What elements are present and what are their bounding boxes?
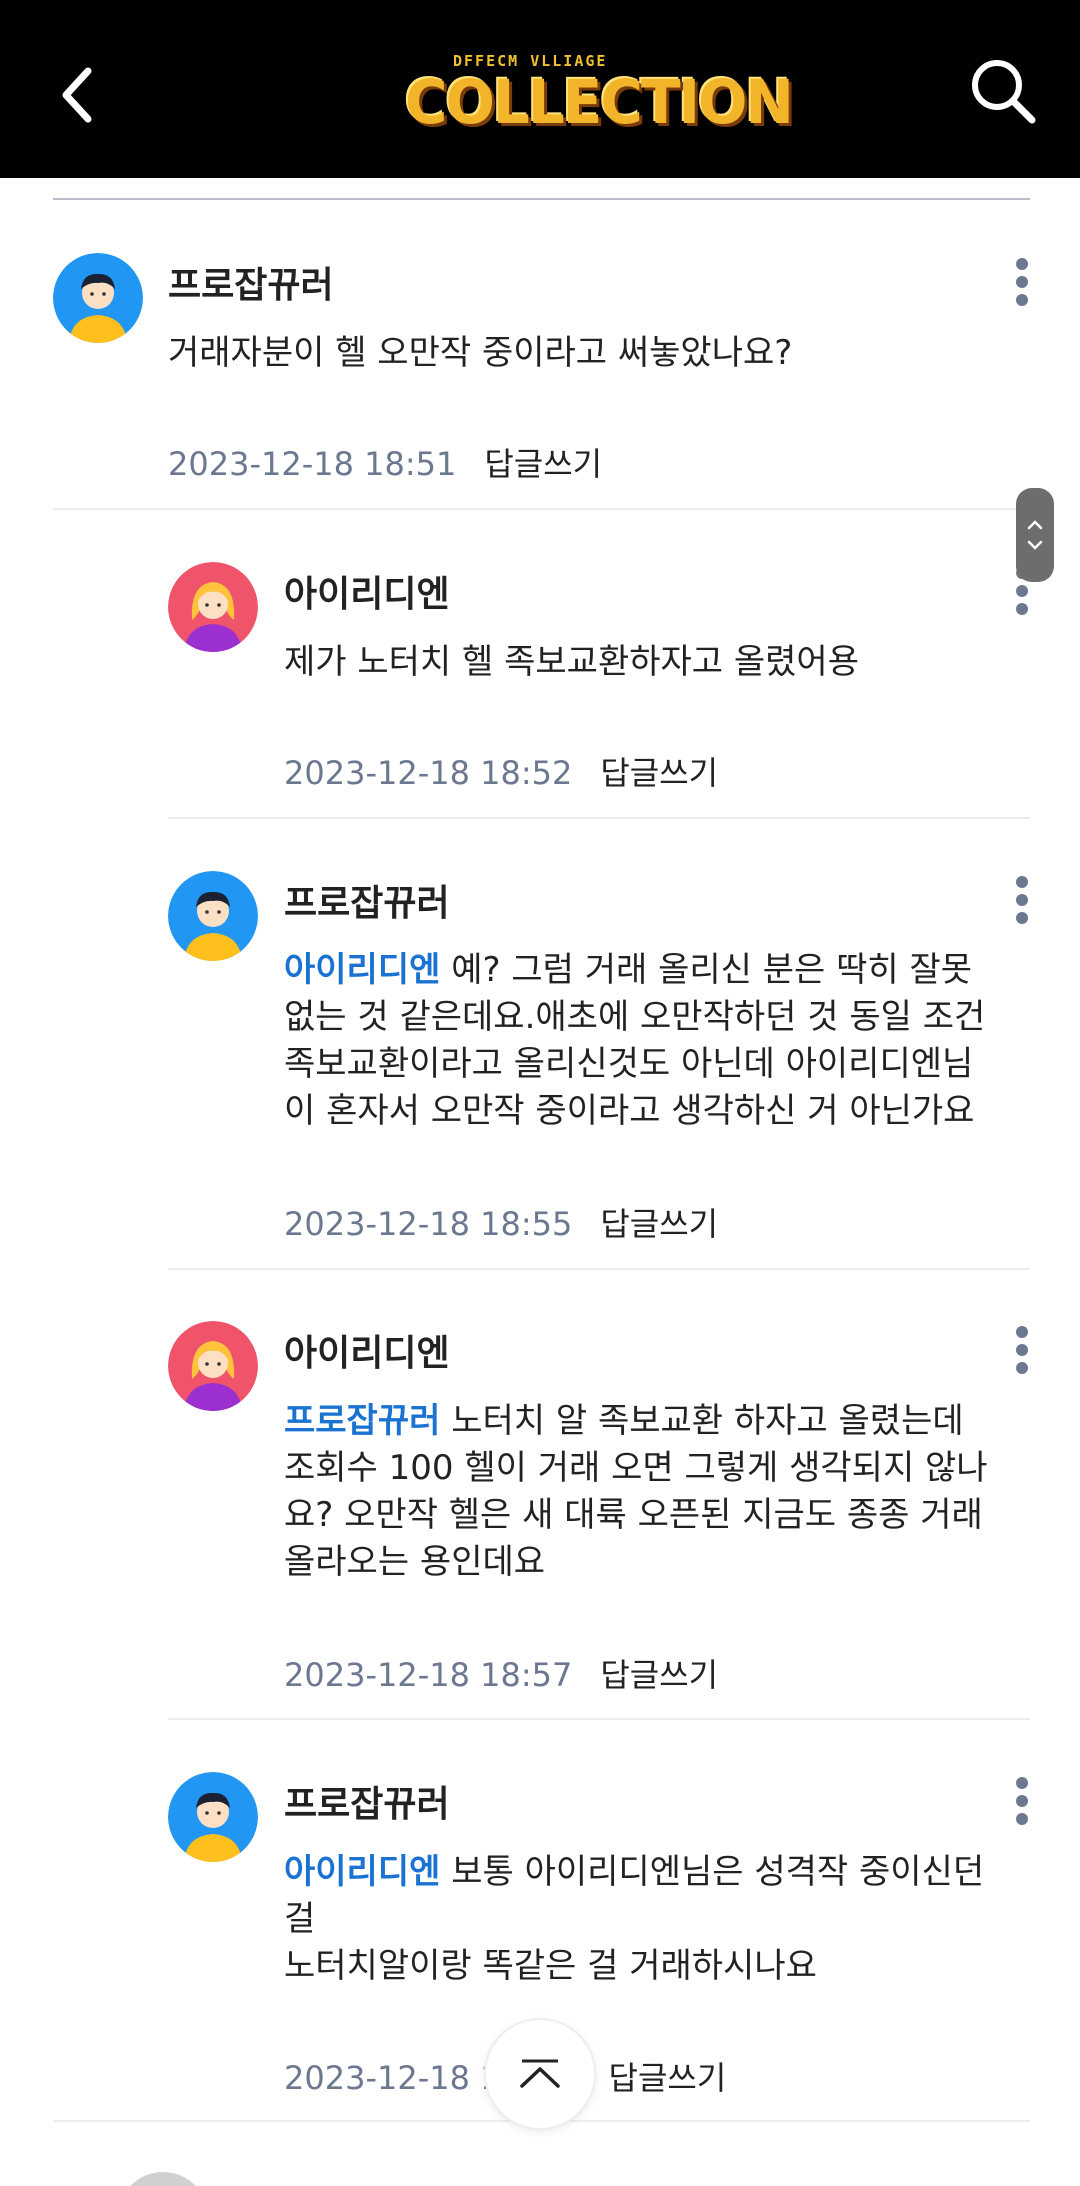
comment-text: 아이리디엔 예? 그럼 거래 올리신 분은 딱히 잘못 없는 것 같은데요.애초… xyxy=(284,947,1044,1135)
comment-author[interactable]: 아이리디엔 xyxy=(284,565,450,617)
comment-line: 이 혼자서 오만작 중이라고 생각하신 거 아닌가요 xyxy=(284,1091,975,1131)
top-divider xyxy=(53,198,1030,200)
comment-line: 걸 xyxy=(284,1899,316,1939)
comment-date: 2023-12-18 18:57 xyxy=(284,1656,573,1694)
avatar[interactable] xyxy=(118,2172,208,2186)
comment-line: 거래자분이 헬 오만작 중이라고 써놓았나요? xyxy=(168,333,793,373)
search-button[interactable] xyxy=(968,56,1038,126)
comment-date: 2023-12-18 1 xyxy=(284,2059,501,2097)
comment-author[interactable]: 프로잡뀨러 xyxy=(168,256,334,308)
comment-text: 프로잡뀨러 노터치 알 족보교환 하자고 올렸는데 조회수 100 헬이 거래 … xyxy=(284,1398,1044,1586)
comment-date: 2023-12-18 18:52 xyxy=(284,754,573,792)
comment-author[interactable]: 프로잡뀨러 xyxy=(284,874,450,926)
comment-line: 요? 오만작 헬은 새 대륙 오픈된 지금도 종종 거래 xyxy=(284,1495,983,1535)
comment-author[interactable]: 아이리디엔 xyxy=(284,1324,450,1376)
comment-line: 아이리디엔 보통 아이리디엔님은 성격작 중이신던 xyxy=(284,1852,985,1892)
reply-button[interactable]: 답글쓰기 xyxy=(609,2059,727,2097)
comment-divider xyxy=(168,1268,1030,1270)
mention-link[interactable]: 아이리디엔 xyxy=(284,1852,440,1892)
reply-button[interactable]: 답글쓰기 xyxy=(484,445,602,483)
comment-meta: 2023-12-18 18:55 답글쓰기 xyxy=(284,1199,718,1245)
comment-meta: 2023-12-18 18:57 답글쓰기 xyxy=(284,1650,718,1696)
reply-button[interactable]: 답글쓰기 xyxy=(600,754,718,792)
comment-line: 족보교환이라고 올리신것도 아닌데 아이리디엔님 xyxy=(284,1044,974,1084)
comment-line: 올라오는 용인데요 xyxy=(284,1542,546,1582)
chevron-up-icon xyxy=(1027,520,1043,530)
comment-date: 2023-12-18 18:55 xyxy=(284,1205,573,1243)
comment-meta: 2023-12-18 18:51 답글쓰기 xyxy=(168,439,602,485)
chevron-left-icon xyxy=(62,67,92,123)
comment-author[interactable]: 프로잡뀨러 xyxy=(284,1775,450,1827)
more-options-button[interactable] xyxy=(1007,254,1037,310)
reply-button[interactable]: 답글쓰기 xyxy=(600,1656,718,1694)
comment-divider xyxy=(168,817,1030,819)
app-logo[interactable]: DFFECM VLLIAGE COLLECTION xyxy=(405,50,794,142)
female-avatar[interactable] xyxy=(168,1321,258,1411)
female-avatar[interactable] xyxy=(168,562,258,652)
logo-title: COLLECTION xyxy=(405,66,794,138)
male-avatar[interactable] xyxy=(168,871,258,961)
comment-line: 조회수 100 헬이 거래 오면 그렇게 생각되지 않나 xyxy=(284,1448,988,1488)
comment-line: 노터치알이랑 똑같은 걸 거래하시나요 xyxy=(284,1946,817,1986)
more-options-button[interactable] xyxy=(1007,1773,1037,1829)
male-avatar[interactable] xyxy=(53,253,143,343)
comment-line: 제가 노터치 헬 족보교환하자고 올렸어용 xyxy=(284,642,859,682)
comment-meta: 2023-12-18 18:52 답글쓰기 xyxy=(284,748,718,794)
comment-divider xyxy=(168,1718,1030,1720)
scroll-to-top-button[interactable] xyxy=(484,2018,596,2130)
top-bar: DFFECM VLLIAGE COLLECTION xyxy=(0,0,1080,178)
back-button[interactable] xyxy=(52,62,102,128)
comment-line: 아이리디엔 예? 그럼 거래 올리신 분은 딱히 잘못 xyxy=(284,950,973,990)
more-options-button[interactable] xyxy=(1007,1322,1037,1378)
chevron-up-icon xyxy=(520,2059,560,2088)
reply-button[interactable]: 답글쓰기 xyxy=(600,1205,718,1243)
comment-text: 아이리디엔 보통 아이리디엔님은 성격작 중이신던 걸 노터치알이랑 똑같은 걸… xyxy=(284,1849,1044,1990)
chevron-down-icon xyxy=(1027,540,1043,550)
male-avatar[interactable] xyxy=(168,1772,258,1862)
comment-text: 거래자분이 헬 오만작 중이라고 써놓았나요? xyxy=(168,330,1028,377)
comment-date: 2023-12-18 18:51 xyxy=(168,445,457,483)
mention-link[interactable]: 아이리디엔 xyxy=(284,950,440,990)
comment-line: 없는 것 같은데요.애초에 오만작하던 것 동일 조건 xyxy=(284,997,986,1037)
search-icon xyxy=(972,60,1036,124)
comment-text: 제가 노터치 헬 족보교환하자고 올렸어용 xyxy=(284,639,1030,686)
more-options-button[interactable] xyxy=(1007,872,1037,928)
comment-divider xyxy=(53,508,1030,510)
scrollbar-handle[interactable] xyxy=(1016,488,1054,582)
comment-line: 프로잡뀨러 노터치 알 족보교환 하자고 올렸는데 xyxy=(284,1401,964,1441)
mention-link[interactable]: 프로잡뀨러 xyxy=(284,1401,440,1441)
